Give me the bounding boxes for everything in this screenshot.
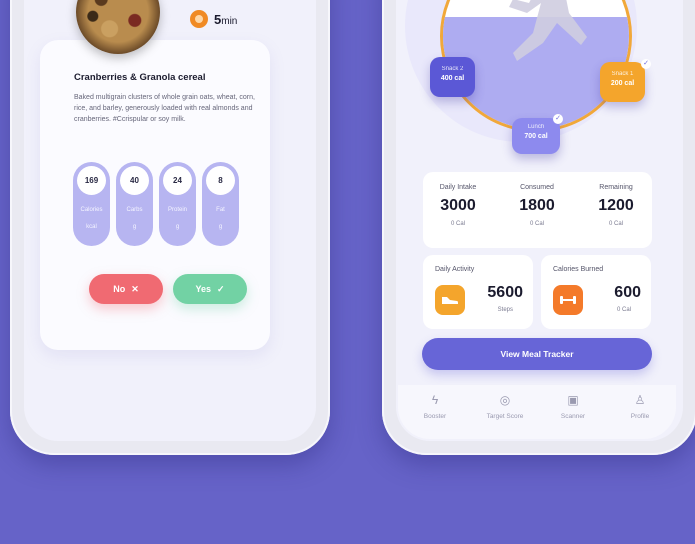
activity-label: Daily Activity: [435, 266, 475, 273]
snack-2-badge[interactable]: Snack 2 400 cal: [430, 57, 475, 97]
macro-protein: 24 Protein g: [159, 162, 196, 246]
check-icon: ✓: [216, 283, 225, 294]
timer-unit: min: [221, 15, 238, 27]
badge-value: 700 cal: [524, 133, 548, 140]
food-title: Cranberries & Granola cereal: [74, 72, 206, 83]
macro-unit: g: [132, 224, 137, 230]
macro-value: 40: [120, 166, 149, 195]
scanner-icon: ▣: [567, 393, 579, 407]
macro-unit: kcal: [86, 224, 97, 230]
stat-value: 3000: [440, 197, 476, 214]
badge-value: 400 cal: [440, 75, 465, 82]
snack-1-badge[interactable]: Snack 1 200 cal: [600, 62, 645, 102]
badge-title: Snack 1: [611, 71, 634, 77]
yes-button-label: Yes: [195, 284, 211, 294]
target-icon: ◎: [499, 393, 511, 407]
prep-timer: 5min: [190, 10, 237, 28]
no-button-label: No: [113, 284, 126, 294]
calorie-stats-card: Daily Intake 3000 0 Cal Consumed 1800 0 …: [423, 172, 652, 248]
tab-label: Booster: [423, 413, 447, 420]
stat-remaining: Remaining 1200 0 Cal: [581, 184, 651, 227]
stat-label: Daily Intake: [439, 184, 477, 191]
profile-icon: ♙: [634, 393, 646, 407]
tab-booster[interactable]: ϟ Booster: [403, 393, 467, 420]
macro-value: 8: [206, 166, 235, 195]
stat-daily-intake: Daily Intake 3000 0 Cal: [423, 184, 493, 227]
macro-value: 169: [77, 166, 106, 195]
macro-label: Carbs: [126, 207, 143, 213]
food-description: Baked multigrain clusters of whole grain…: [74, 94, 255, 123]
stat-label: Consumed: [520, 184, 554, 191]
timer-icon: [190, 10, 208, 28]
dumbbell-icon: [553, 285, 583, 315]
macro-fat: 8 Fat g: [202, 162, 239, 246]
activity-value: 5600: [487, 284, 523, 301]
macro-label: Calories: [80, 207, 103, 213]
macro-calories: 169 Calories kcal: [73, 162, 110, 246]
macro-label: Protein: [167, 207, 187, 213]
stat-unit: 0 Cal: [529, 221, 544, 227]
badge-value: 200 cal: [610, 80, 635, 87]
tab-target-score[interactable]: ◎ Target Score: [473, 393, 537, 420]
tab-label: Target Score: [486, 413, 524, 420]
tab-label: Scanner: [560, 413, 586, 420]
lunch-badge[interactable]: Lunch 700 cal: [512, 118, 560, 154]
daily-activity-card[interactable]: Daily Activity 5600 Steps: [423, 255, 533, 329]
bottom-tab-bar: ϟ Booster ◎ Target Score ▣ Scanner ♙ Pro…: [398, 385, 676, 439]
macro-value: 24: [163, 166, 192, 195]
check-icon: ✓: [553, 114, 563, 124]
tab-profile[interactable]: ♙ Profile: [608, 393, 672, 420]
stat-value: 1800: [519, 197, 555, 214]
runner-icon: [509, 0, 587, 61]
stat-consumed: Consumed 1800 0 Cal: [502, 184, 572, 227]
calories-burned-card[interactable]: Calories Burned 600 0 Cal: [541, 255, 651, 329]
badge-title: Snack 2: [441, 66, 464, 72]
tab-scanner[interactable]: ▣ Scanner: [541, 393, 605, 420]
tab-label: Profile: [630, 413, 650, 420]
check-icon: ✓: [641, 59, 651, 69]
close-icon: ✕: [131, 283, 139, 294]
macro-unit: g: [218, 224, 223, 230]
no-button[interactable]: No ✕: [89, 274, 163, 304]
stat-label: Remaining: [599, 184, 633, 191]
burned-unit: 0 Cal: [616, 307, 631, 313]
stat-unit: 0 Cal: [450, 221, 465, 227]
view-meal-tracker-button[interactable]: View Meal Tracker: [422, 338, 652, 370]
stat-value: 1200: [598, 197, 634, 214]
activity-unit: Steps: [497, 307, 513, 313]
macro-unit: g: [175, 224, 180, 230]
badge-title: Lunch: [527, 124, 545, 130]
stat-unit: 0 Cal: [608, 221, 623, 227]
yes-button[interactable]: Yes ✓: [173, 274, 247, 304]
burned-value: 600: [614, 284, 641, 301]
macro-label: Fat: [216, 207, 225, 213]
shoe-icon: [435, 285, 465, 315]
macro-row: 169 Calories kcal 40 Carbs g 24 Protein …: [73, 162, 239, 246]
burned-label: Calories Burned: [553, 266, 604, 273]
macro-carbs: 40 Carbs g: [116, 162, 153, 246]
bolt-icon: ϟ: [431, 393, 439, 407]
